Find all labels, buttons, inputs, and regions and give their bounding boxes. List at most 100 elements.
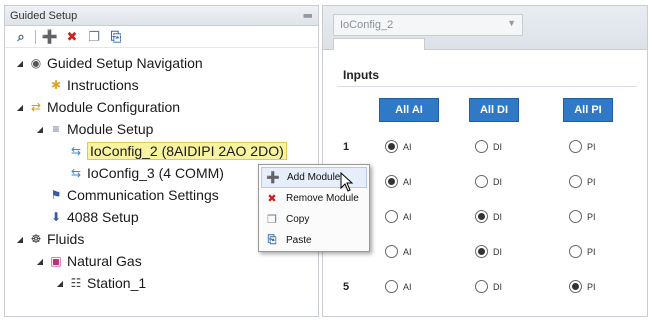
radio-label: AI [403, 211, 412, 222]
radio-circle-icon [475, 245, 488, 258]
radio-ai[interactable]: AI [385, 175, 412, 188]
radio-label: DI [493, 176, 502, 187]
radio-circle-icon [475, 140, 488, 153]
paste-icon: ⎘ [267, 234, 277, 246]
expand-arrow-icon[interactable]: ◢ [15, 59, 25, 68]
tree-node[interactable]: ◢ ≡ Module Setup [35, 118, 153, 140]
tree-node[interactable]: ⇆ IoConfig_2 (8AIDIPI 2AO 2DO) [55, 140, 287, 162]
all-ai-button[interactable]: All AI [379, 98, 439, 122]
tree-node-label: Fluids [47, 231, 85, 247]
io-config-selector[interactable]: IoConfig_2 ▼ [333, 14, 523, 36]
io-config-icon: ⇆ [70, 144, 82, 158]
communication-icon: ⚑ [50, 188, 62, 202]
copy-icon: ❐ [267, 214, 277, 226]
radio-pi[interactable]: PI [569, 140, 596, 153]
tree-node[interactable]: ◢ ▣ Natural Gas [35, 250, 142, 272]
paste-icon[interactable]: ⎘ [108, 29, 124, 45]
delete-icon[interactable]: ✖ [64, 29, 80, 45]
radio-ai[interactable]: AI [385, 245, 412, 258]
panel-toolbar: ⌕ ➕ ✖ ❐ ⎘ [5, 26, 318, 48]
add-icon: ➕ [266, 172, 280, 184]
radio-label: DI [493, 211, 502, 222]
copy-icon[interactable]: ❐ [86, 29, 102, 45]
expand-arrow-icon[interactable]: ◢ [55, 279, 65, 288]
radio-circle-icon [569, 210, 582, 223]
expand-arrow-icon[interactable]: ◢ [15, 103, 25, 112]
tree-node[interactable]: ⬇ 4088 Setup [35, 206, 139, 228]
radio-pi[interactable]: PI [569, 175, 596, 188]
context-menu-label: Paste [286, 235, 312, 246]
radio-ai[interactable]: AI [385, 210, 412, 223]
radio-di[interactable]: DI [475, 210, 502, 223]
row-number: 5 [343, 281, 350, 293]
radio-circle-icon [569, 140, 582, 153]
section-divider [337, 86, 637, 87]
radio-label: DI [493, 281, 502, 292]
context-menu-label: Add Module [287, 172, 341, 183]
navigation-tree: ◢ ◉ Guided Setup Navigation ✱ Instructions ◢ ⇄… [5, 48, 318, 291]
radio-circle-icon [385, 140, 398, 153]
radio-di[interactable]: DI [475, 280, 502, 293]
chevron-down-icon: ▼ [507, 18, 516, 28]
radio-label: AI [403, 281, 412, 292]
panel-title: Guided Setup [10, 9, 78, 22]
tab-general[interactable] [333, 38, 425, 50]
remove-icon: ✖ [267, 193, 277, 205]
radio-label: AI [403, 246, 412, 257]
fluids-icon: ☸ [30, 232, 42, 246]
context-menu-item[interactable]: ⎘ Paste [261, 230, 367, 251]
search-icon[interactable]: ⌕ [13, 29, 29, 45]
tree-node-label: 4088 Setup [67, 209, 139, 225]
radio-label: PI [587, 211, 596, 222]
radio-circle-icon [569, 175, 582, 188]
all-pi-button[interactable]: All PI [563, 98, 613, 122]
radio-di[interactable]: DI [475, 140, 502, 153]
tree-node[interactable]: ◢ ⇄ Module Configuration [15, 96, 180, 118]
module-setup-icon: ≡ [52, 122, 60, 136]
inputs-section-title: Inputs [343, 68, 379, 82]
radio-circle-icon [569, 280, 582, 293]
radio-pi[interactable]: PI [569, 280, 596, 293]
expand-arrow-icon[interactable]: ◢ [15, 235, 25, 244]
tree-node-label: IoConfig_3 (4 COMM) [87, 165, 224, 181]
selector-value: IoConfig_2 [340, 19, 394, 31]
radio-di[interactable]: DI [475, 245, 502, 258]
station-icon: ☷ [70, 276, 82, 290]
radio-circle-icon [385, 280, 398, 293]
context-menu-label: Copy [286, 214, 310, 225]
radio-pi[interactable]: PI [569, 210, 596, 223]
expand-arrow-icon[interactable]: ◢ [35, 125, 45, 134]
tree-node-label: IoConfig_2 (8AIDIPI 2AO 2DO) [87, 142, 287, 160]
tree-node-label: Module Setup [67, 121, 154, 137]
radio-ai[interactable]: AI [385, 140, 412, 153]
expand-arrow-icon[interactable]: ◢ [35, 257, 45, 266]
context-menu-item[interactable]: ❐ Copy [261, 209, 367, 230]
pin-icon[interactable]: ‖ [301, 13, 315, 18]
tree-node[interactable]: ◢ ◉ Guided Setup Navigation [15, 52, 203, 74]
radio-circle-icon [385, 175, 398, 188]
tree-node-label: Station_1 [87, 275, 147, 291]
add-icon[interactable]: ➕ [42, 29, 58, 45]
radio-label: AI [403, 141, 412, 152]
radio-circle-icon [475, 280, 488, 293]
radio-label: PI [587, 246, 596, 257]
tree-node-label: Module Configuration [47, 99, 181, 115]
guided-setup-panel: Guided Setup ‖ ⌕ ➕ ✖ ❐ ⎘ ◢ ◉ Guided Setup Navi… [4, 5, 319, 317]
all-di-button[interactable]: All DI [469, 98, 519, 122]
radio-label: PI [587, 281, 596, 292]
radio-pi[interactable]: PI [569, 245, 596, 258]
context-menu-label: Remove Module [286, 193, 359, 204]
tree-node[interactable]: ⇆ IoConfig_3 (4 COMM) [55, 162, 224, 184]
radio-label: DI [493, 141, 502, 152]
tree-node[interactable]: ◢ ☷ Station_1 [55, 272, 146, 294]
tree-node[interactable]: ✱ Instructions [35, 74, 139, 96]
tree-node[interactable]: ◢ ☸ Fluids [15, 228, 84, 250]
radio-ai[interactable]: AI [385, 280, 412, 293]
radio-di[interactable]: DI [475, 175, 502, 188]
tree-node-label: Communication Settings [67, 187, 219, 203]
natural-gas-icon: ▣ [50, 254, 62, 268]
io-config-icon: ⇆ [70, 166, 82, 180]
io-config-panel: IoConfig_2 ▼ Inputs All AI All DI All PI 1 A… [322, 5, 648, 317]
tree-node[interactable]: ⚑ Communication Settings [35, 184, 219, 206]
tree-node-label: Natural Gas [67, 253, 142, 269]
